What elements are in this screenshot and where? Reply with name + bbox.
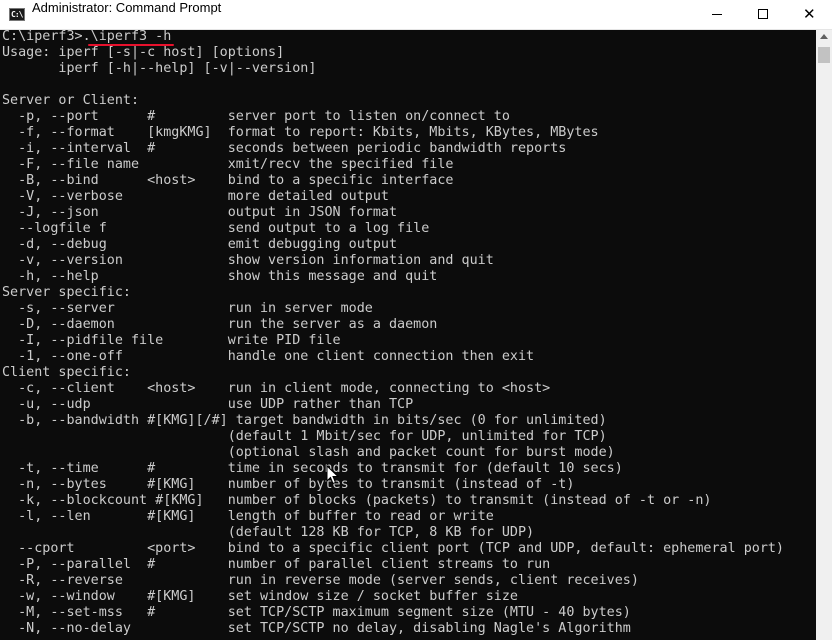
close-button[interactable]: ✕ [786, 0, 832, 29]
title-bar[interactable]: C:\ Administrator: Command Prompt ✕ [0, 0, 832, 30]
minimize-button[interactable] [694, 0, 740, 29]
vertical-scrollbar[interactable] [816, 30, 832, 640]
maximize-button[interactable] [740, 0, 786, 29]
console-output[interactable]: C:\iperf3>.\iperf3 -h Usage: iperf [-s|-… [0, 30, 816, 640]
maximize-icon [758, 9, 768, 19]
cmd-icon: C:\ [9, 8, 25, 21]
close-icon: ✕ [803, 5, 816, 23]
underline-annotation [88, 44, 174, 46]
window-title: Administrator: Command Prompt [32, 0, 222, 15]
minimize-icon [712, 14, 722, 15]
console-text: C:\iperf3>.\iperf3 -h Usage: iperf [-s|-… [2, 30, 784, 636]
mouse-cursor-icon [326, 465, 339, 485]
scroll-up-arrow-icon[interactable] [820, 34, 828, 39]
scroll-thumb[interactable] [818, 47, 830, 63]
